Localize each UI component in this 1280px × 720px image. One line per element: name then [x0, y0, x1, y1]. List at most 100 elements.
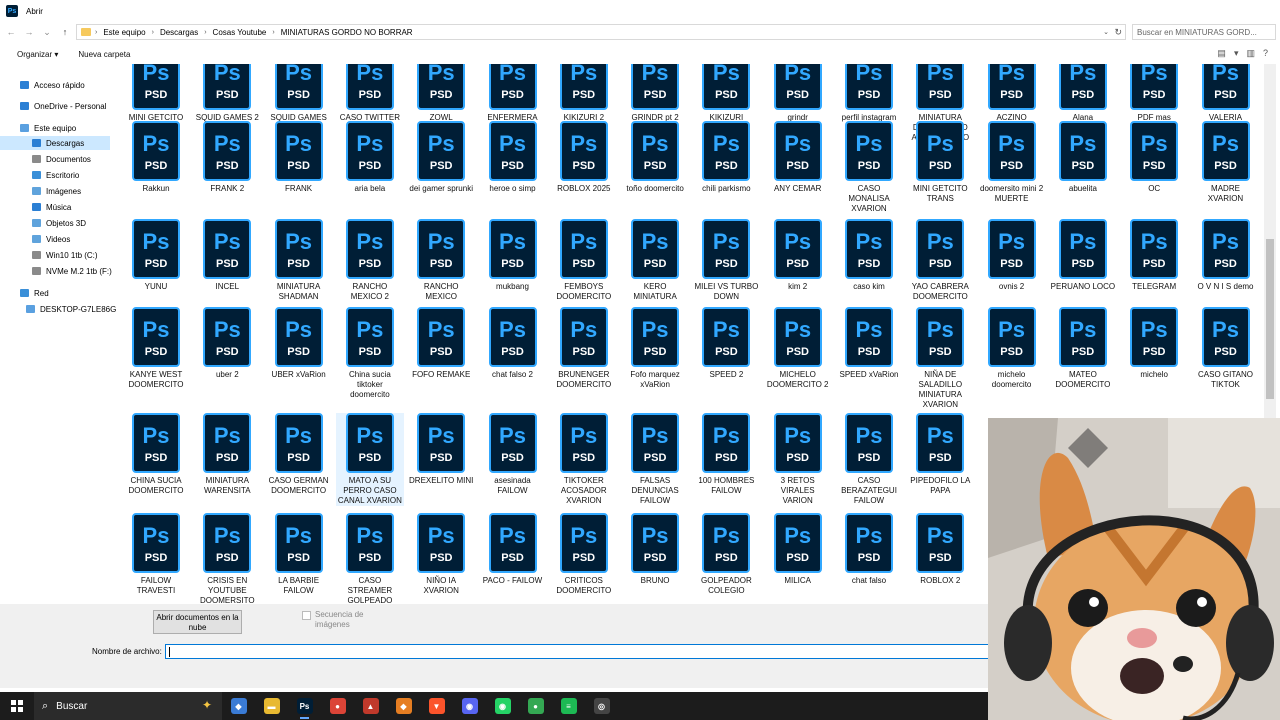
psd-file-item[interactable]: Ps PSD PACO - FAILOW	[479, 513, 547, 586]
psd-file-item[interactable]: Ps PSD TIKTOKER ACOSADOR XVARION	[550, 413, 618, 506]
psd-file-item[interactable]: Ps PSD FALSAS DENUNCIAS FAILOW	[621, 413, 689, 506]
psd-file-item[interactable]: Ps PSD MILEI VS TURBO DOWN	[692, 219, 760, 302]
psd-file-item[interactable]: Ps PSD NIÑA DE SALADILLO MINIATURA XVARION	[906, 307, 974, 410]
psd-file-item[interactable]: Ps PSD grindr	[764, 64, 832, 123]
psd-file-item[interactable]: Ps PSD MINI GETCITO TRANS	[906, 121, 974, 204]
psd-file-item[interactable]: Ps PSD PIPEDOFILO LA PAPA	[906, 413, 974, 496]
psd-file-item[interactable]: Ps PSD ovnis 2	[978, 219, 1046, 292]
psd-file-item[interactable]: Ps PSD KANYE WEST DOOMERCITO	[122, 307, 190, 390]
psd-file-item[interactable]: Ps PSD YUNU	[122, 219, 190, 292]
psd-file-item[interactable]: Ps PSD SPEED 2	[692, 307, 760, 380]
psd-file-item[interactable]: Ps PSD PERUANO LOCO	[1049, 219, 1117, 292]
psd-file-item[interactable]: Ps PSD caso kim	[835, 219, 903, 292]
psd-file-item[interactable]: Ps PSD OC	[1120, 121, 1188, 194]
forward-arrow-icon[interactable]: →	[22, 25, 36, 39]
sidebar-item-documentos[interactable]: Documentos	[0, 152, 110, 166]
psd-file-item[interactable]: Ps PSD FEMBOYS DOOMERCITO	[550, 219, 618, 302]
psd-file-item[interactable]: Ps PSD CASO TWITTER	[336, 64, 404, 123]
psd-file-item[interactable]: Ps PSD kim 2	[764, 219, 832, 292]
psd-file-item[interactable]: Ps PSD toño doomercito	[621, 121, 689, 194]
psd-file-item[interactable]: Ps PSD MINIATURA SHADMAN	[265, 219, 333, 302]
psd-file-item[interactable]: Ps PSD UBER xVaRion	[265, 307, 333, 380]
psd-file-item[interactable]: Ps PSD GRINDR pt 2	[621, 64, 689, 123]
recent-chevron-icon[interactable]: ⌄	[40, 25, 54, 39]
psd-file-item[interactable]: Ps PSD CRISIS EN YOUTUBE DOOMERSITO	[193, 513, 261, 604]
sidebar-item-este-equipo[interactable]: Este equipo	[0, 121, 110, 135]
psd-file-item[interactable]: Ps PSD RANCHO MEXICO	[407, 219, 475, 302]
psd-file-item[interactable]: Ps PSD mukbang	[479, 219, 547, 292]
psd-file-item[interactable]: Ps PSD CASO GITANO TIKTOK	[1192, 307, 1260, 390]
sidebar-item-m-sica[interactable]: Música	[0, 200, 110, 214]
sidebar-item-acceso-r-pido[interactable]: Acceso rápido	[0, 78, 110, 92]
taskbar-photoshop[interactable]: Ps	[288, 692, 321, 720]
psd-file-item[interactable]: Ps PSD China sucia tiktoker doomercito	[336, 307, 404, 400]
psd-file-item[interactable]: Ps PSD CASO MONALISA XVARION	[835, 121, 903, 214]
psd-file-item[interactable]: Ps PSD chat falso	[835, 513, 903, 586]
psd-file-item[interactable]: Ps PSD INCEL	[193, 219, 261, 292]
psd-file-item[interactable]: Ps PSD LA BARBIE FAILOW	[265, 513, 333, 596]
psd-file-item[interactable]: Ps PSD SQUID GAMES	[265, 64, 333, 123]
sidebar-item-descargas[interactable]: Descargas	[0, 136, 110, 150]
taskbar-obs[interactable]: ◎	[585, 692, 618, 720]
psd-file-item[interactable]: Ps PSD YAO CABRERA DOOMERCITO	[906, 219, 974, 302]
psd-file-item[interactable]: Ps PSD SQUID GAMES 2	[193, 64, 261, 123]
taskbar-spotify[interactable]: ≡	[552, 692, 585, 720]
psd-file-item[interactable]: Ps PSD MATO A SU PERRO CASO CANAL XVARION	[335, 413, 404, 506]
psd-file-item[interactable]: Ps PSD MILICA	[764, 513, 832, 586]
breadcrumb-cosas-youtube[interactable]: Cosas Youtube	[213, 28, 267, 37]
psd-file-item[interactable]: Ps PSD ACZINO	[978, 64, 1046, 123]
organize-button[interactable]: Organizar ▾	[17, 50, 58, 59]
psd-file-item[interactable]: Ps PSD dei gamer sprunki	[407, 121, 475, 194]
taskbar-chrome-profile[interactable]: ●	[519, 692, 552, 720]
psd-file-item[interactable]: Ps PSD chat falso 2	[479, 307, 547, 380]
sidebar-item-escritorio[interactable]: Escritorio	[0, 168, 110, 182]
psd-file-item[interactable]: Ps PSD NIÑO IA XVARION	[407, 513, 475, 596]
psd-file-item[interactable]: Ps PSD asesinada FAILOW	[479, 413, 547, 496]
psd-file-item[interactable]: Ps PSD CRITICOS DOOMERCITO	[550, 513, 618, 596]
psd-file-item[interactable]: Ps PSD uber 2	[193, 307, 261, 380]
search-input[interactable]: Buscar en MINIATURAS GORD...	[1132, 24, 1276, 40]
psd-file-item[interactable]: Ps PSD KIKIZURI	[692, 64, 760, 123]
psd-file-item[interactable]: Ps PSD michelo	[1120, 307, 1188, 380]
breadcrumb-descargas[interactable]: Descargas	[160, 28, 198, 37]
psd-file-item[interactable]: Ps PSD CASO BERAZATEGUI FAILOW	[835, 413, 903, 506]
back-arrow-icon[interactable]: ←	[4, 25, 18, 39]
psd-file-item[interactable]: Ps PSD ENFERMERA	[479, 64, 547, 123]
refresh-icon[interactable]: ↻	[1114, 27, 1122, 38]
psd-file-item[interactable]: Ps PSD CHINA SUCIA DOOMERCITO	[122, 413, 190, 496]
image-sequence-checkbox[interactable]	[302, 611, 311, 620]
sidebar-item-red[interactable]: Red	[0, 286, 110, 300]
psd-file-item[interactable]: Ps PSD FOFO REMAKE	[407, 307, 475, 380]
start-button[interactable]	[0, 692, 34, 720]
sidebar-item-videos[interactable]: Videos	[0, 232, 110, 246]
psd-file-item[interactable]: Ps PSD MATEO DOOMERCITO	[1049, 307, 1117, 390]
psd-file-item[interactable]: Ps PSD MINIATURA WARENSITA	[193, 413, 261, 496]
taskbar-app-game[interactable]: ▲	[354, 692, 387, 720]
scrollbar-thumb[interactable]	[1266, 239, 1274, 399]
breadcrumb-current-folder[interactable]: MINIATURAS GORDO NO BORRAR	[281, 28, 413, 37]
psd-file-item[interactable]: Ps PSD BRUNO	[621, 513, 689, 586]
psd-file-item[interactable]: Ps PSD MICHELO DOOMERCITO 2	[764, 307, 832, 390]
psd-file-item[interactable]: Ps PSD FRANK	[265, 121, 333, 194]
taskbar-copilot[interactable]: ◆	[222, 692, 255, 720]
sidebar-item-im-genes[interactable]: Imágenes	[0, 184, 110, 198]
psd-file-item[interactable]: Ps PSD Fofo marquez xVaRion	[621, 307, 689, 390]
sidebar-item-onedrive-personal[interactable]: OneDrive - Personal	[0, 99, 110, 113]
psd-file-item[interactable]: Ps PSD ROBLOX 2025	[550, 121, 618, 194]
psd-file-item[interactable]: Ps PSD FAILOW TRAVESTI	[122, 513, 190, 596]
psd-file-item[interactable]: Ps PSD chili parkismo	[692, 121, 760, 194]
breadcrumb-este-equipo[interactable]: Este equipo	[103, 28, 145, 37]
sidebar-item-nvme-m-2-1tb-f[interactable]: NVMe M.2 1tb (F:)	[0, 264, 112, 278]
view-dropdown-icon[interactable]: ▾	[1234, 48, 1239, 59]
psd-file-item[interactable]: Ps PSD Alana	[1049, 64, 1117, 123]
psd-file-item[interactable]: Ps PSD ANY CEMAR	[764, 121, 832, 194]
help-icon[interactable]: ?	[1263, 48, 1268, 59]
psd-file-item[interactable]: Ps PSD perfil instagram	[835, 64, 903, 123]
psd-file-item[interactable]: Ps PSD CASO STREAMER GOLPEADO FAILOW	[336, 513, 404, 604]
up-arrow-icon[interactable]: ↑	[58, 25, 72, 39]
new-folder-button[interactable]: Nueva carpeta	[78, 50, 130, 59]
psd-file-item[interactable]: Ps PSD KERO MINIATURA	[621, 219, 689, 302]
open-cloud-documents-button[interactable]: Abrir documentos en la nube	[153, 610, 242, 634]
psd-file-item[interactable]: Ps PSD RANCHO MEXICO 2	[336, 219, 404, 302]
taskbar-brave[interactable]: ▼	[420, 692, 453, 720]
